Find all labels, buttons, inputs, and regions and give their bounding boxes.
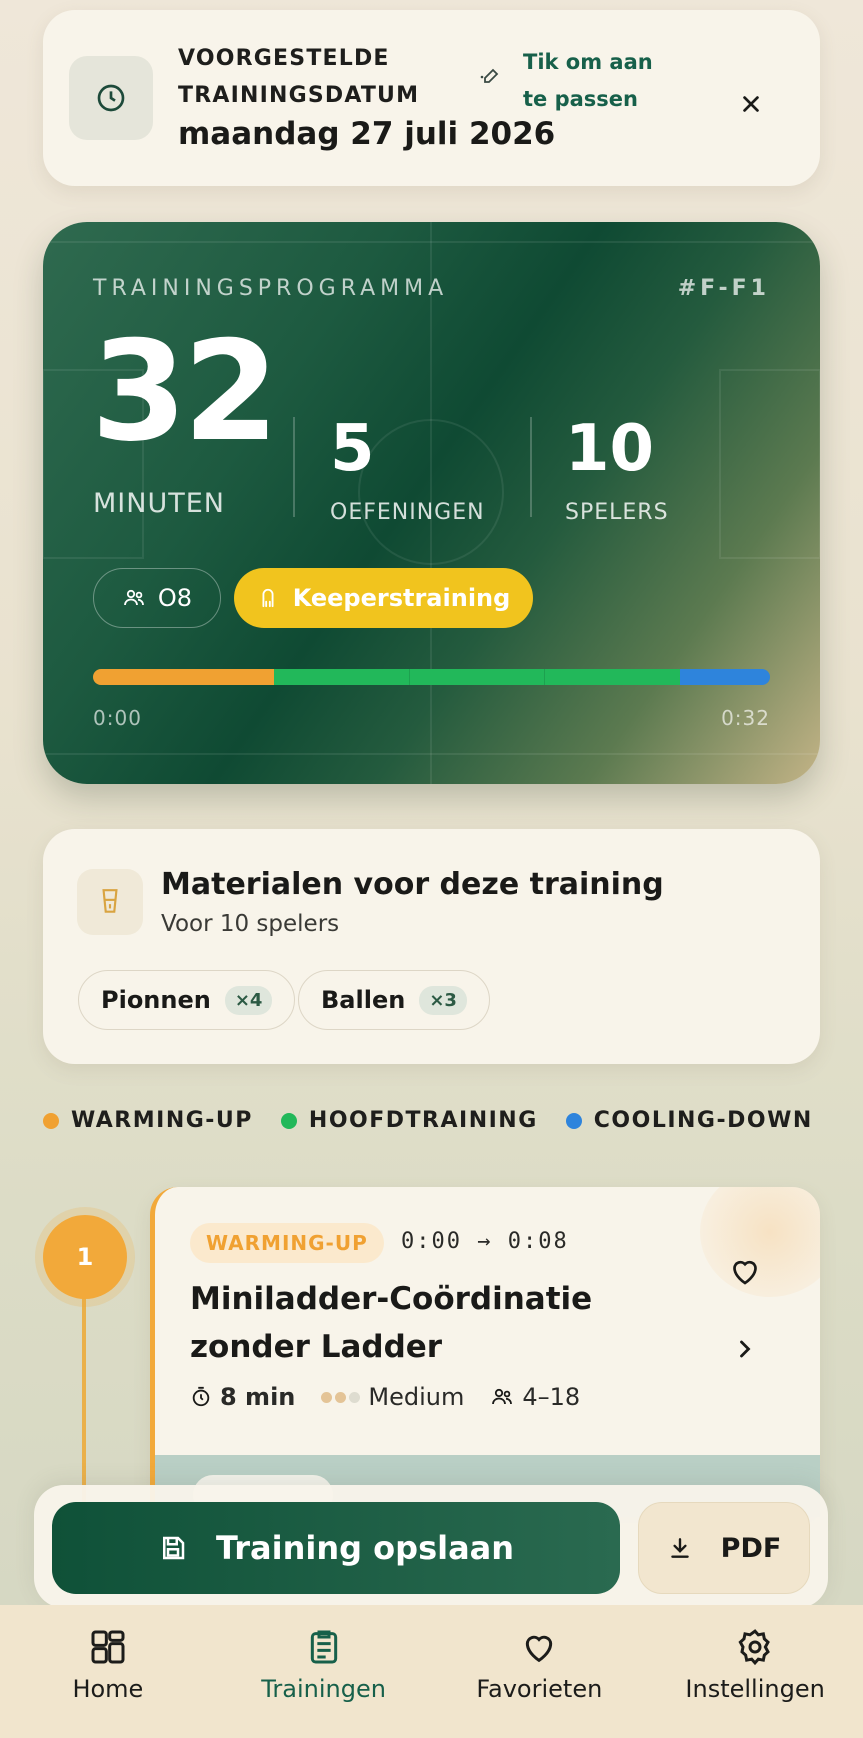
timeline-start: 0:00: [93, 706, 142, 730]
minutes-label: MINUTEN: [93, 488, 225, 519]
exercise-card[interactable]: WARMING-UP 0:00 → 0:08 Miniladder-Coördi…: [150, 1187, 820, 1517]
difficulty-dots-icon: [321, 1391, 361, 1403]
materials-title: Materialen voor deze training: [161, 867, 664, 902]
nav-label: Favorieten: [476, 1675, 603, 1703]
download-icon: [670, 1538, 689, 1558]
save-training-label: Training opslaan: [215, 1529, 515, 1567]
date-label: VOORGESTELDE TRAININGSDATUM: [178, 46, 420, 108]
materials-subtitle: Voor 10 spelers: [161, 911, 340, 937]
exercises-label: OEFENINGEN: [330, 500, 485, 525]
players-label: SPELERS: [565, 500, 669, 525]
exercise-time-range: 0:00 → 0:08: [401, 1229, 569, 1254]
exercises-value: 5: [330, 412, 375, 486]
nav-label: Home: [72, 1675, 144, 1703]
pencil-icon: [480, 68, 499, 83]
age-group-chip: O8: [93, 568, 221, 628]
pdf-download-button[interactable]: PDF: [638, 1502, 810, 1594]
keeper-training-label: Keeperstraining: [292, 584, 511, 612]
save-training-button[interactable]: Training opslaan: [52, 1502, 620, 1594]
exercise-time-end: 0:08: [507, 1229, 569, 1254]
players-value: 10: [565, 412, 655, 486]
materials-card: Materialen voor deze training Voor 10 sp…: [43, 829, 820, 1064]
cup-icon: [77, 869, 143, 935]
age-group-label: O8: [157, 584, 193, 612]
program-code: #F-F1: [677, 276, 770, 301]
material-name: Ballen: [321, 986, 406, 1014]
chevron-right-icon[interactable]: [731, 1335, 759, 1363]
legend-main: HOOFDTRAINING: [280, 1108, 538, 1133]
timeline-segment-hoofdtraining: [544, 669, 680, 685]
timeline-segment-cooling-down: [679, 669, 770, 685]
timeline-bar: [93, 669, 770, 685]
exercise-players: 4–18: [490, 1383, 580, 1411]
suggested-date-card[interactable]: VOORGESTELDE TRAININGSDATUM Tik om aan t…: [43, 10, 820, 186]
program-label: TRAININGSPROGRAMMA: [93, 276, 449, 301]
nav-label: Instellingen: [685, 1675, 825, 1703]
goalkeeper-glove-icon: [262, 588, 274, 608]
nav-item-home[interactable]: Home: [8, 1627, 208, 1703]
timer-icon: [192, 1386, 210, 1407]
action-bar: Training opslaan PDF: [34, 1485, 828, 1608]
timeline-segment-warming-up: [93, 669, 274, 685]
exercise-difficulty: Medium: [321, 1383, 464, 1411]
duration-value: 8 min: [220, 1383, 296, 1411]
material-qty: ×4: [224, 985, 273, 1015]
material-qty: ×3: [419, 985, 467, 1015]
close-icon[interactable]: [733, 86, 769, 122]
training-program-card: TRAININGSPROGRAMMA #F-F1 32 MINUTEN 5 OE…: [43, 222, 820, 784]
legend-dot: [565, 1112, 582, 1129]
legend-cooldown: COOLING-DOWN: [565, 1108, 813, 1133]
clipboard-icon: [310, 1630, 337, 1664]
legend-label: HOOFDTRAINING: [308, 1108, 538, 1133]
timeline-segment-hoofdtraining: [273, 669, 409, 685]
save-icon: [162, 1536, 185, 1560]
phase-legend: WARMING-UP HOOFDTRAINING COOLING-DOWN: [43, 1108, 813, 1133]
material-chip-pionnen: Pionnen ×4: [78, 970, 296, 1030]
keeper-training-badge: Keeperstraining: [234, 568, 533, 628]
minutes-value: 32: [91, 311, 279, 472]
exercise-title: Miniladder-Coördinatie zonder Ladder: [190, 1281, 593, 1365]
nav-item-favorieten[interactable]: Favorieten: [439, 1627, 639, 1703]
heart-icon: [526, 1635, 553, 1663]
timeline-segment-hoofdtraining: [408, 669, 545, 685]
nav-item-trainingen[interactable]: Trainingen: [224, 1627, 424, 1703]
material-name: Pionnen: [101, 986, 211, 1014]
exercise-phase-badge: WARMING-UP: [190, 1223, 384, 1263]
exercise-number: 1: [43, 1215, 127, 1299]
date-value: maandag 27 juli 2026: [178, 116, 556, 152]
exercise-duration: 8 min: [190, 1383, 295, 1411]
exercise-time-start: 0:00: [401, 1229, 462, 1254]
stat-divider: [530, 417, 532, 517]
players-range: 4–18: [522, 1383, 581, 1411]
legend-warmup: WARMING-UP: [43, 1108, 253, 1133]
users-icon: [124, 589, 144, 606]
legend-label: COOLING-DOWN: [593, 1108, 813, 1133]
nav-item-instellingen[interactable]: Instellingen: [655, 1627, 855, 1703]
edit-date-hint[interactable]: Tik om aan te passen: [523, 44, 683, 118]
stat-divider: [293, 417, 295, 517]
bottom-navigation: Home Trainingen Favorieten Instellingen: [0, 1605, 863, 1738]
heart-icon[interactable]: [727, 1253, 763, 1289]
users-icon: [492, 1388, 513, 1405]
exercise-timeline-line: [82, 1290, 86, 1510]
difficulty-value: Medium: [368, 1383, 465, 1411]
home-grid-icon: [91, 1630, 125, 1664]
nav-label: Trainingen: [261, 1675, 386, 1703]
clock-icon: [69, 56, 153, 140]
legend-dot: [280, 1112, 297, 1129]
material-chip-ballen: Ballen ×3: [298, 970, 490, 1030]
arrow-right-icon: →: [477, 1229, 493, 1254]
gear-icon: [738, 1629, 771, 1666]
legend-dot: [43, 1112, 59, 1129]
legend-label: WARMING-UP: [71, 1108, 253, 1133]
pdf-label: PDF: [720, 1532, 782, 1564]
timeline-end: 0:32: [721, 706, 770, 730]
exercise-meta: 8 min Medium 4–18: [190, 1383, 580, 1411]
